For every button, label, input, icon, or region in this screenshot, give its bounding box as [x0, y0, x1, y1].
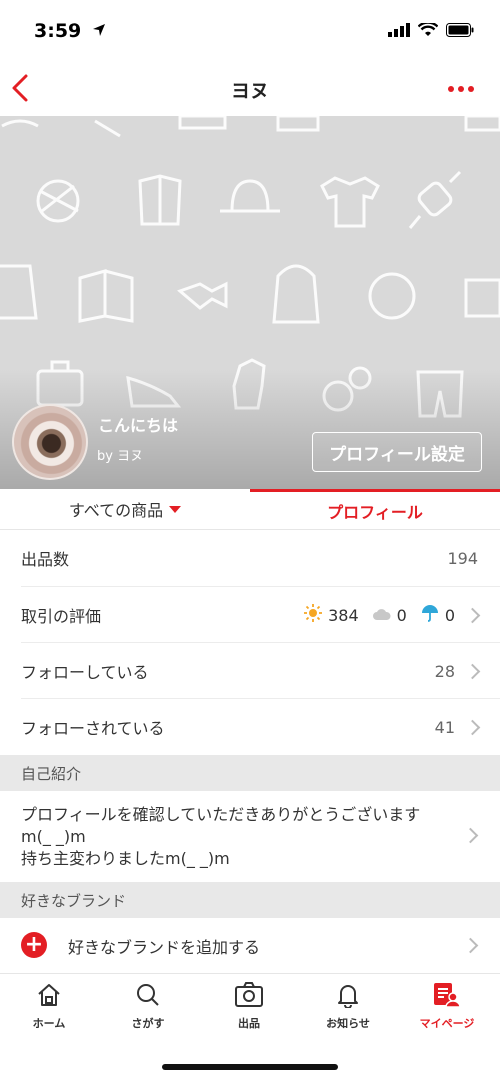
umbrella-icon: [421, 604, 439, 626]
listings-count-row: 出品数 194: [0, 530, 500, 586]
tab-sell-label: 出品: [238, 1017, 260, 1030]
tab-sell[interactable]: 出品: [209, 982, 289, 1031]
profile-by-line: by ヨヌ: [97, 449, 144, 464]
plus-icon: +: [21, 932, 47, 958]
tab-all-items-label: すべての商品: [68, 501, 164, 520]
page-title: ヨヌ: [230, 80, 269, 102]
rating-normal-value: 0: [396, 605, 407, 625]
tab-search[interactable]: さがす: [108, 982, 188, 1031]
more-dot-icon: [458, 86, 464, 92]
tab-notifications[interactable]: お知らせ: [308, 982, 388, 1031]
chevron-right-icon: [464, 607, 481, 623]
clock: 3:59: [34, 20, 82, 42]
avatar[interactable]: [12, 404, 88, 480]
rating-label: 取引の評価: [21, 607, 102, 626]
tab-all-items[interactable]: すべての商品: [0, 489, 250, 529]
profile-tabs: すべての商品 プロフィール: [0, 489, 500, 530]
signal-icon: [388, 22, 410, 41]
location-arrow-icon: [92, 20, 106, 42]
dropdown-triangle-icon: [169, 505, 182, 513]
listings-count-value: 194: [447, 548, 478, 568]
tab-home-label: ホーム: [32, 1017, 66, 1030]
status-bar: 3:59: [0, 0, 500, 64]
battery-icon: [446, 22, 474, 41]
profile-greeting: こんにちは: [98, 416, 179, 435]
followers-row[interactable]: フォローされている 41: [0, 699, 500, 755]
cloud-icon: [372, 606, 391, 625]
section-header-intro: 自己紹介: [0, 755, 500, 791]
sun-icon: [304, 604, 323, 626]
tab-profile[interactable]: プロフィール: [250, 489, 500, 529]
search-icon: [135, 982, 161, 1011]
navigation-bar: ヨヌ: [0, 64, 500, 117]
tab-search-label: さがす: [131, 1017, 165, 1030]
more-options-button[interactable]: [448, 86, 474, 92]
chevron-right-icon: [464, 719, 481, 735]
listings-count-label: 出品数: [21, 550, 70, 569]
add-favorite-brand-row[interactable]: + 好きなブランドを追加する: [0, 918, 500, 972]
more-dot-icon: [468, 86, 474, 92]
home-indicator[interactable]: [162, 1064, 338, 1070]
self-intro-row[interactable]: プロフィールを確認していただきありがとうございます m(_ _)m 持ち主変わり…: [0, 790, 500, 882]
followers-count: 41: [434, 717, 455, 737]
self-intro-text: プロフィールを確認していただきありがとうございます m(_ _)m 持ち主変わり…: [21, 805, 421, 868]
tab-home[interactable]: ホーム: [9, 982, 89, 1031]
add-favorite-brand-label: 好きなブランドを追加する: [68, 938, 261, 957]
tab-notifications-label: お知らせ: [326, 1017, 370, 1030]
profile-settings-button[interactable]: プロフィール設定: [312, 432, 482, 472]
tab-mypage-label: マイページ: [419, 1017, 475, 1030]
mypage-icon: [433, 982, 461, 1011]
tab-mypage[interactable]: マイページ: [407, 982, 487, 1031]
rating-good-value: 384: [328, 605, 359, 625]
home-icon: [36, 982, 62, 1011]
rating-row[interactable]: 取引の評価 384 0 0: [0, 587, 500, 643]
followers-label: フォローされている: [21, 719, 165, 738]
chevron-right-icon: [462, 937, 479, 954]
camera-icon: [235, 982, 263, 1011]
chevron-right-icon: [464, 663, 481, 679]
chevron-right-icon: [462, 827, 479, 844]
following-count: 28: [434, 661, 455, 681]
wifi-icon: [417, 21, 439, 41]
more-dot-icon: [448, 86, 454, 92]
following-row[interactable]: フォローしている 28: [0, 643, 500, 699]
following-label: フォローしている: [21, 663, 149, 682]
profile-cover: こんにちは by ヨヌ プロフィール設定: [0, 116, 500, 489]
bottom-tab-bar: ホーム さがす 出品 お知らせ マイページ: [0, 973, 500, 1046]
section-header-brands: 好きなブランド: [0, 882, 500, 918]
bell-icon: [335, 982, 361, 1011]
rating-bad-value: 0: [444, 605, 455, 625]
